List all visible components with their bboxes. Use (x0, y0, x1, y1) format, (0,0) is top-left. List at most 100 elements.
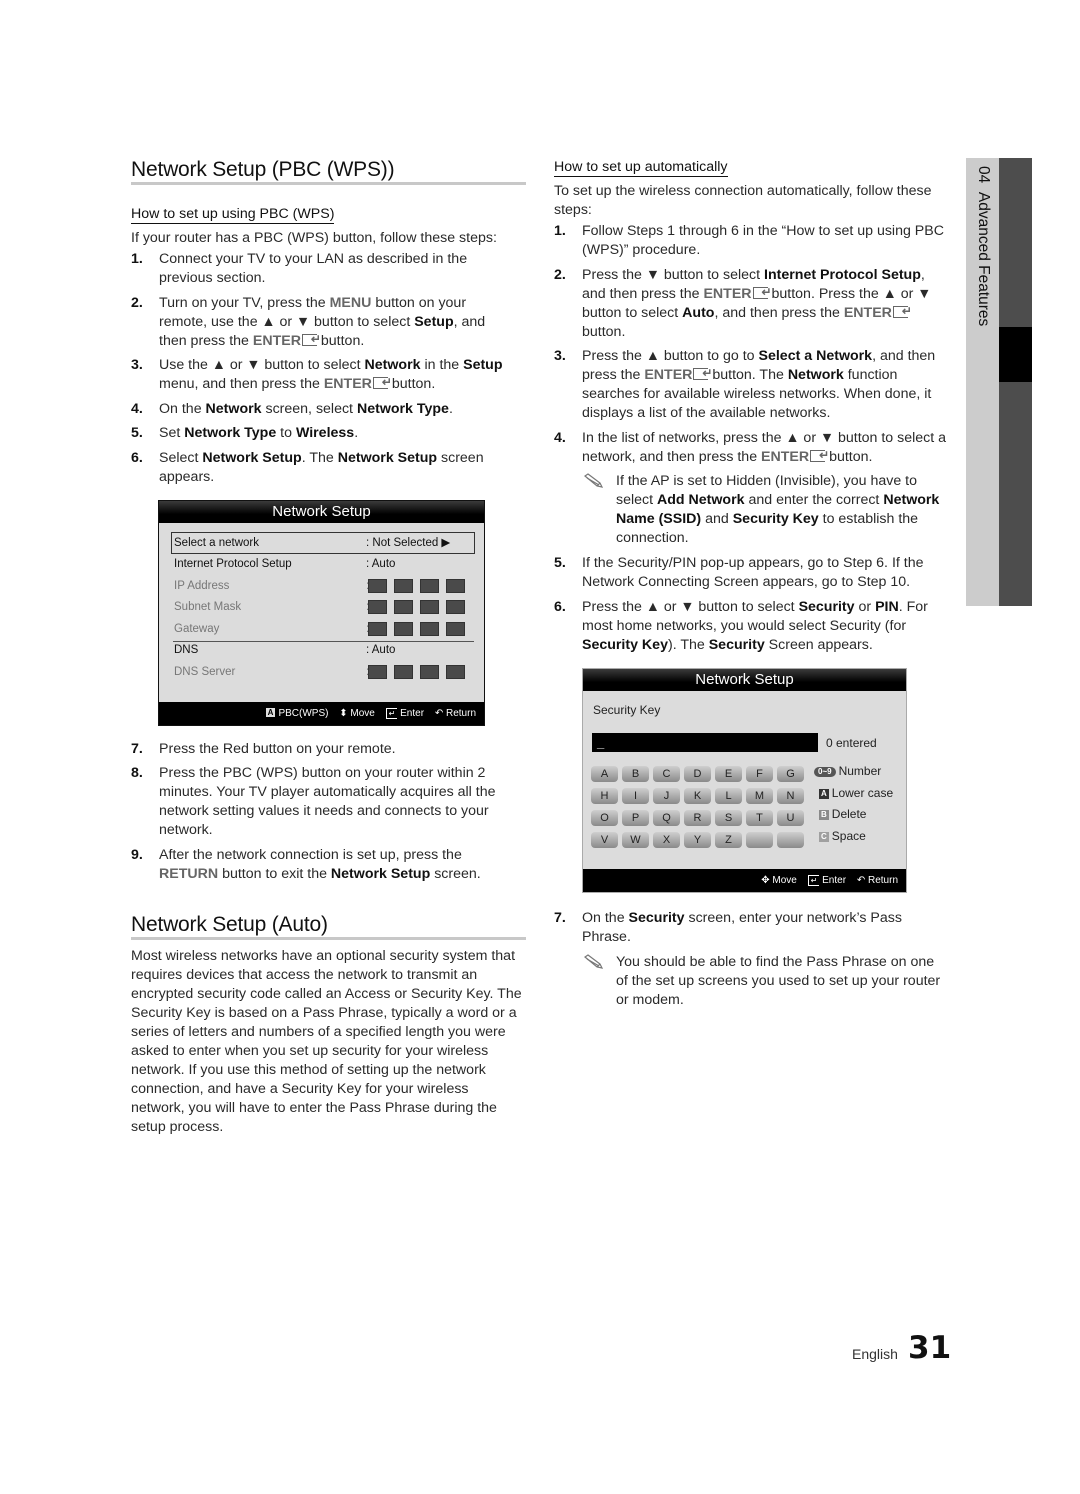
step-text: In the list of networks, press the ▲ or … (554, 429, 952, 467)
note-text: If the AP is set to Hidden (Invisible), … (616, 473, 940, 546)
step-item: 7. On the Security screen, enter your net… (554, 909, 952, 947)
step-text: Select Network Setup. The Network Setup … (159, 450, 484, 485)
pencil-note-icon (583, 954, 604, 969)
setting-label[interactable]: DNS Server (174, 663, 235, 681)
address-octet-field[interactable] (420, 622, 439, 636)
step-number: 5. (131, 425, 143, 441)
key-h[interactable]: H (591, 788, 618, 804)
key-a[interactable]: A (591, 766, 618, 782)
setting-label[interactable]: Select a network (174, 534, 259, 552)
setting-label[interactable]: DNS (174, 641, 198, 659)
legend-label: Delete (831, 807, 867, 821)
address-octet-field[interactable] (368, 579, 387, 593)
key-b[interactable]: B (622, 766, 649, 782)
step-number: 8. (131, 765, 143, 781)
section-title-auto: Network Setup (Auto) (131, 913, 328, 936)
step-item: 2. Turn on your TV, press the MENU button… (131, 294, 503, 351)
key-n[interactable]: N (777, 788, 804, 804)
setting-value: : Not Selected ▶ (366, 537, 451, 549)
enter-icon: ↵ (385, 708, 398, 719)
intro-pbc: If your router has a PBC (WPS) button, f… (131, 230, 497, 246)
key-j[interactable]: J (653, 788, 680, 804)
legend-label: Number (838, 764, 882, 778)
key-w[interactable]: W (622, 832, 649, 848)
key-c[interactable]: C (653, 766, 680, 782)
key-blank[interactable] (777, 832, 804, 848)
legend-number: 0~9 Number (814, 763, 881, 779)
enter-icon: ↵ (807, 875, 820, 886)
setting-label[interactable]: Subnet Mask (174, 598, 241, 616)
screen-footer: ✥ Move ↵ Enter ↶ Return (583, 869, 906, 892)
enter-hint: ↵ Enter (807, 875, 846, 886)
key-z[interactable]: Z (715, 832, 742, 848)
address-octet-field[interactable] (394, 622, 413, 636)
step-text: Press the ▲ button to go to Select a Net… (554, 347, 952, 423)
return-hint: ↶ Return (856, 875, 898, 886)
key-y[interactable]: Y (684, 832, 711, 848)
key-d[interactable]: D (684, 766, 711, 782)
step-text: Connect your TV to your LAN as described… (159, 251, 468, 286)
step-item: 4. On the Network screen, select Network … (131, 400, 503, 419)
step-text: If the Security/PIN pop-up appears, go t… (582, 555, 924, 590)
key-p[interactable]: P (622, 810, 649, 826)
key-v[interactable]: V (591, 832, 618, 848)
key-l[interactable]: L (715, 788, 742, 804)
key-g[interactable]: G (777, 766, 804, 782)
address-octet-field[interactable] (394, 600, 413, 614)
security-key-input[interactable]: _ (592, 733, 818, 752)
setting-label[interactable]: IP Address (174, 577, 229, 595)
address-octet-field[interactable] (368, 600, 387, 614)
address-octet-field[interactable] (420, 600, 439, 614)
key-i[interactable]: I (622, 788, 649, 804)
address-octet-field[interactable] (420, 665, 439, 679)
address-octet-field[interactable] (420, 579, 439, 593)
color-button-badge: A (819, 789, 829, 799)
security-key-label: Security Key (593, 703, 661, 717)
step-item: 7. Press the Red button on your remote. (131, 740, 503, 759)
move-hint: ⬍ Move (339, 708, 375, 719)
title-rule (131, 937, 526, 940)
key-s[interactable]: S (715, 810, 742, 826)
key-t[interactable]: T (746, 810, 773, 826)
address-octet-field[interactable] (394, 579, 413, 593)
color-button-badge: B (819, 810, 829, 820)
key-o[interactable]: O (591, 810, 618, 826)
screen-title: Network Setup (583, 669, 906, 691)
legend-space: C Space (819, 828, 866, 844)
key-m[interactable]: M (746, 788, 773, 804)
address-octet-field[interactable] (446, 579, 465, 593)
address-octet-field[interactable] (368, 622, 387, 636)
key-k[interactable]: K (684, 788, 711, 804)
key-blank[interactable] (746, 832, 773, 848)
key-u[interactable]: U (777, 810, 804, 826)
address-octet-field[interactable] (446, 600, 465, 614)
key-x[interactable]: X (653, 832, 680, 848)
security-key-screen: Network Setup Security Key _ 0 entered A… (582, 668, 907, 893)
section-title-pbc: Network Setup (PBC (WPS)) (131, 158, 395, 181)
address-octet-field[interactable] (394, 665, 413, 679)
page-number: 31 (908, 1330, 952, 1366)
move-hint: ✥ Move (761, 875, 797, 886)
step-text: Turn on your TV, press the MENU button o… (131, 294, 503, 351)
key-q[interactable]: Q (653, 810, 680, 826)
key-f[interactable]: F (746, 766, 773, 782)
key-r[interactable]: R (684, 810, 711, 826)
step-text: Press the PBC (WPS) button on your route… (159, 765, 496, 838)
address-octet-field[interactable] (446, 665, 465, 679)
step-item: 9. After the network connection is set up… (131, 846, 503, 884)
setting-label[interactable]: Gateway (174, 620, 219, 638)
chapter-label: 04 Advanced Features (974, 166, 992, 326)
address-octet-field[interactable] (446, 622, 465, 636)
chapter-number: 04 (975, 166, 992, 184)
pbc-wps-hint[interactable]: A PBC(WPS) (258, 708, 328, 719)
setting-label[interactable]: Internet Protocol Setup (174, 555, 292, 573)
color-button-badge: 0~9 (814, 767, 836, 777)
step-number: 6. (554, 599, 566, 615)
a-button-badge: A (265, 708, 276, 717)
address-octet-field[interactable] (368, 665, 387, 679)
screen-footer: A PBC(WPS) ⬍ Move ↵ Enter ↶ Return (159, 702, 484, 725)
step-number: 2. (554, 267, 566, 283)
key-e[interactable]: E (715, 766, 742, 782)
step-text: Follow Steps 1 through 6 in the “How to … (582, 223, 944, 258)
step-text: After the network connection is set up, … (159, 847, 481, 882)
